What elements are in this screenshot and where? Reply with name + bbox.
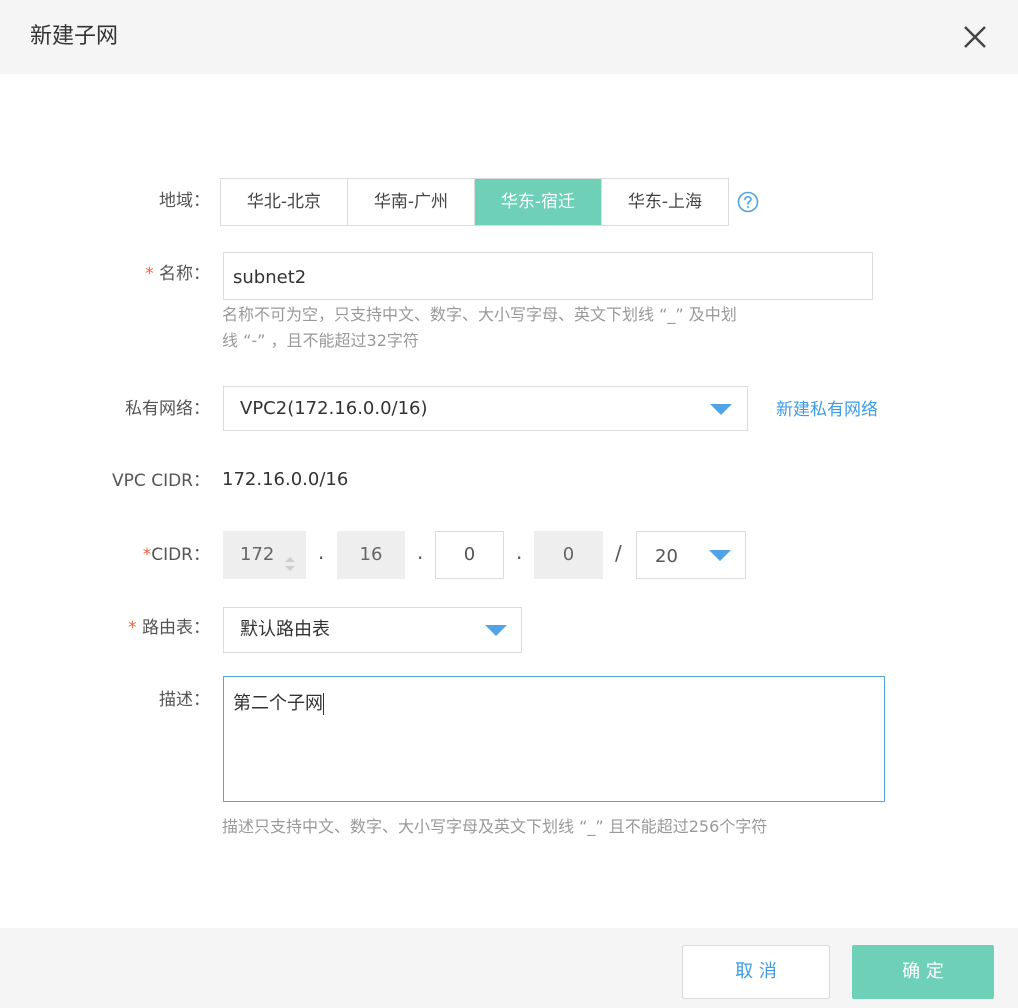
vpc-selected-value: VPC2(172.16.0.0/16) — [240, 398, 428, 419]
region-selector: 华北-北京 华南-广州 华东-宿迁 华东-上海 — [220, 178, 729, 226]
vpc-cidr-label: VPC CIDR： — [112, 471, 210, 491]
cidr-dot: . — [516, 540, 523, 564]
name-input[interactable] — [233, 265, 853, 289]
description-hint: 描述只支持中文、数字、大小写字母及英文下划线 “_” 且不能超过256个字符 — [222, 817, 768, 836]
region-label: 地域： — [159, 191, 210, 211]
cidr-octet2: 16 — [337, 531, 405, 579]
description-label: 描述： — [159, 690, 210, 710]
chevron-down-icon — [709, 550, 731, 561]
dialog-header: 新建子网 — [0, 0, 1018, 74]
name-hint: 名称不可为空，只支持中文、数字、大小写字母、英文下划线 “_” 及中划 线 “-… — [222, 302, 862, 354]
region-option-suqian[interactable]: 华东-宿迁 — [475, 179, 602, 225]
name-label-text: 名称： — [153, 264, 210, 284]
cidr-octet1-value: 172 — [240, 544, 275, 565]
required-mark: * — [128, 618, 137, 638]
cidr-label: *CIDR： — [143, 543, 210, 567]
region-option-shanghai[interactable]: 华东-上海 — [602, 179, 728, 225]
name-hint-line1: 名称不可为空，只支持中文、数字、大小写字母、英文下划线 “_” 及中划 — [222, 305, 737, 324]
cidr-octet4: 0 — [534, 531, 603, 579]
region-option-beijing[interactable]: 华北-北京 — [221, 179, 348, 225]
route-table-select[interactable]: 默认路由表 — [223, 607, 522, 653]
new-vpc-link[interactable]: 新建私有网络 — [776, 395, 878, 420]
required-mark: * — [142, 545, 152, 565]
description-value: 第二个子网 — [233, 689, 324, 715]
confirm-button[interactable]: 确 定 — [852, 945, 994, 999]
cidr-octet3-input[interactable]: 0 — [435, 531, 504, 579]
route-table-selected-value: 默认路由表 — [240, 619, 330, 640]
description-text: 第二个子网 — [233, 693, 323, 714]
chevron-down-icon — [710, 404, 732, 415]
text-cursor — [323, 693, 324, 715]
required-mark: * — [145, 264, 154, 284]
question-circle-icon[interactable] — [737, 191, 759, 213]
new-subnet-dialog: 新建子网 地域： 华北-北京 华南-广州 华东-宿迁 华东-上海 * 名称： 名… — [0, 0, 1018, 1008]
region-option-guangzhou[interactable]: 华南-广州 — [348, 179, 475, 225]
chevron-down-icon — [485, 625, 507, 636]
route-table-label-text: 路由表： — [136, 618, 210, 638]
cidr-label-text: CIDR： — [151, 545, 210, 565]
description-textarea[interactable]: 第二个子网 — [223, 676, 885, 802]
cidr-octet1-stepper: 172 — [223, 531, 306, 579]
name-hint-line2: 线 “-” ，且不能超过32字符 — [222, 331, 419, 350]
vpc-select[interactable]: VPC2(172.16.0.0/16) — [223, 386, 748, 431]
cancel-button[interactable]: 取 消 — [682, 945, 830, 999]
cidr-mask-value: 20 — [655, 546, 678, 567]
cidr-slash: / — [615, 541, 622, 565]
cidr-dot: . — [417, 540, 424, 564]
name-label: * 名称： — [145, 262, 210, 286]
vpc-cidr-value: 172.16.0.0/16 — [222, 469, 349, 490]
cidr-mask-select[interactable]: 20 — [636, 531, 746, 579]
vpc-label: 私有网络： — [125, 399, 210, 419]
name-field[interactable] — [223, 252, 873, 300]
cidr-dot: . — [318, 540, 325, 564]
dialog-title: 新建子网 — [30, 24, 119, 49]
close-icon[interactable] — [958, 20, 992, 54]
stepper-arrows-icon — [284, 546, 296, 592]
route-table-label: * 路由表： — [128, 616, 210, 640]
